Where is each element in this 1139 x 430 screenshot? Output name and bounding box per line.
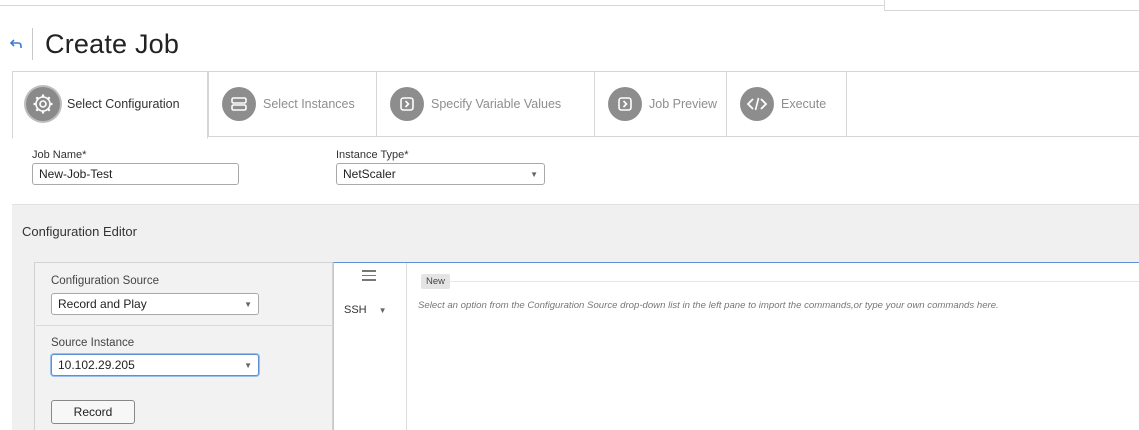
step-select-configuration[interactable]: Select Configuration	[26, 72, 180, 136]
instance-type-label: Instance Type*	[336, 149, 409, 161]
step-execute[interactable]: Execute	[740, 72, 826, 136]
badge-divider	[444, 281, 1139, 282]
title-separator	[32, 28, 33, 60]
job-name-label: Job Name*	[32, 149, 87, 161]
code-icon	[740, 87, 774, 121]
source-instance-select[interactable]: 10.102.29.205 ▼	[51, 354, 259, 376]
pane-divider	[36, 325, 333, 326]
page-title: Create Job	[45, 28, 180, 59]
step-specify-variable-values[interactable]: Specify Variable Values	[390, 72, 561, 136]
step-label: Execute	[781, 97, 827, 111]
job-name-input[interactable]: New-Job-Test	[32, 163, 239, 185]
step-label: Select Configuration	[67, 97, 180, 111]
step-select-instances[interactable]: Select Instances	[222, 72, 355, 136]
step-divider	[594, 72, 595, 136]
step-divider	[376, 72, 377, 136]
wizard-steps: Select Configuration Select Instances Sp…	[12, 71, 1139, 139]
step-label: Specify Variable Values	[431, 97, 562, 111]
step-divider	[726, 72, 727, 136]
chevron-down-icon: ▼	[244, 299, 252, 309]
instance-type-select[interactable]: NetScaler ▼	[336, 163, 545, 185]
step-job-preview[interactable]: Job Preview	[608, 72, 717, 136]
top-divider	[0, 5, 884, 6]
chevron-down-icon: ▼	[244, 360, 252, 370]
page-header: Create Job	[10, 26, 179, 62]
protocol-select[interactable]: SSH ▼	[344, 304, 387, 316]
server-icon	[222, 87, 256, 121]
step-label: Select Instances	[263, 97, 355, 111]
instance-type-group: Instance Type* NetScaler ▼	[336, 149, 545, 185]
top-right-frame	[884, 0, 1139, 11]
step-divider	[846, 72, 847, 136]
step-divider	[208, 72, 209, 136]
gear-icon	[26, 87, 60, 121]
source-instance-label: Source Instance	[51, 337, 135, 349]
configuration-editor-heading: Configuration Editor	[22, 224, 137, 239]
config-source-value: Record and Play	[58, 297, 147, 311]
chevron-box-icon	[608, 87, 642, 121]
chevron-down-icon: ▼	[378, 305, 387, 315]
instance-type-value: NetScaler	[343, 167, 396, 181]
editor-left-pane: Configuration Source Record and Play ▼ S…	[34, 262, 333, 430]
command-editor-placeholder[interactable]: Select an option from the Configuration …	[418, 300, 999, 311]
chevron-box-icon	[390, 87, 424, 121]
protocol-value: SSH	[344, 304, 367, 316]
back-arrow-icon[interactable]	[10, 37, 24, 51]
source-instance-value: 10.102.29.205	[58, 358, 135, 372]
hamburger-menu-icon[interactable]	[362, 270, 376, 284]
chevron-down-icon: ▼	[530, 169, 538, 179]
editor-gutter: SSH ▼	[334, 263, 407, 430]
record-button[interactable]: Record	[51, 400, 135, 424]
step-label: Job Preview	[649, 97, 718, 111]
config-source-select[interactable]: Record and Play ▼	[51, 293, 259, 315]
config-source-label: Configuration Source	[51, 275, 160, 287]
editor-right-pane: SSH ▼ New Select an option from the Conf…	[333, 262, 1139, 430]
job-name-group: Job Name* New-Job-Test	[32, 149, 239, 185]
